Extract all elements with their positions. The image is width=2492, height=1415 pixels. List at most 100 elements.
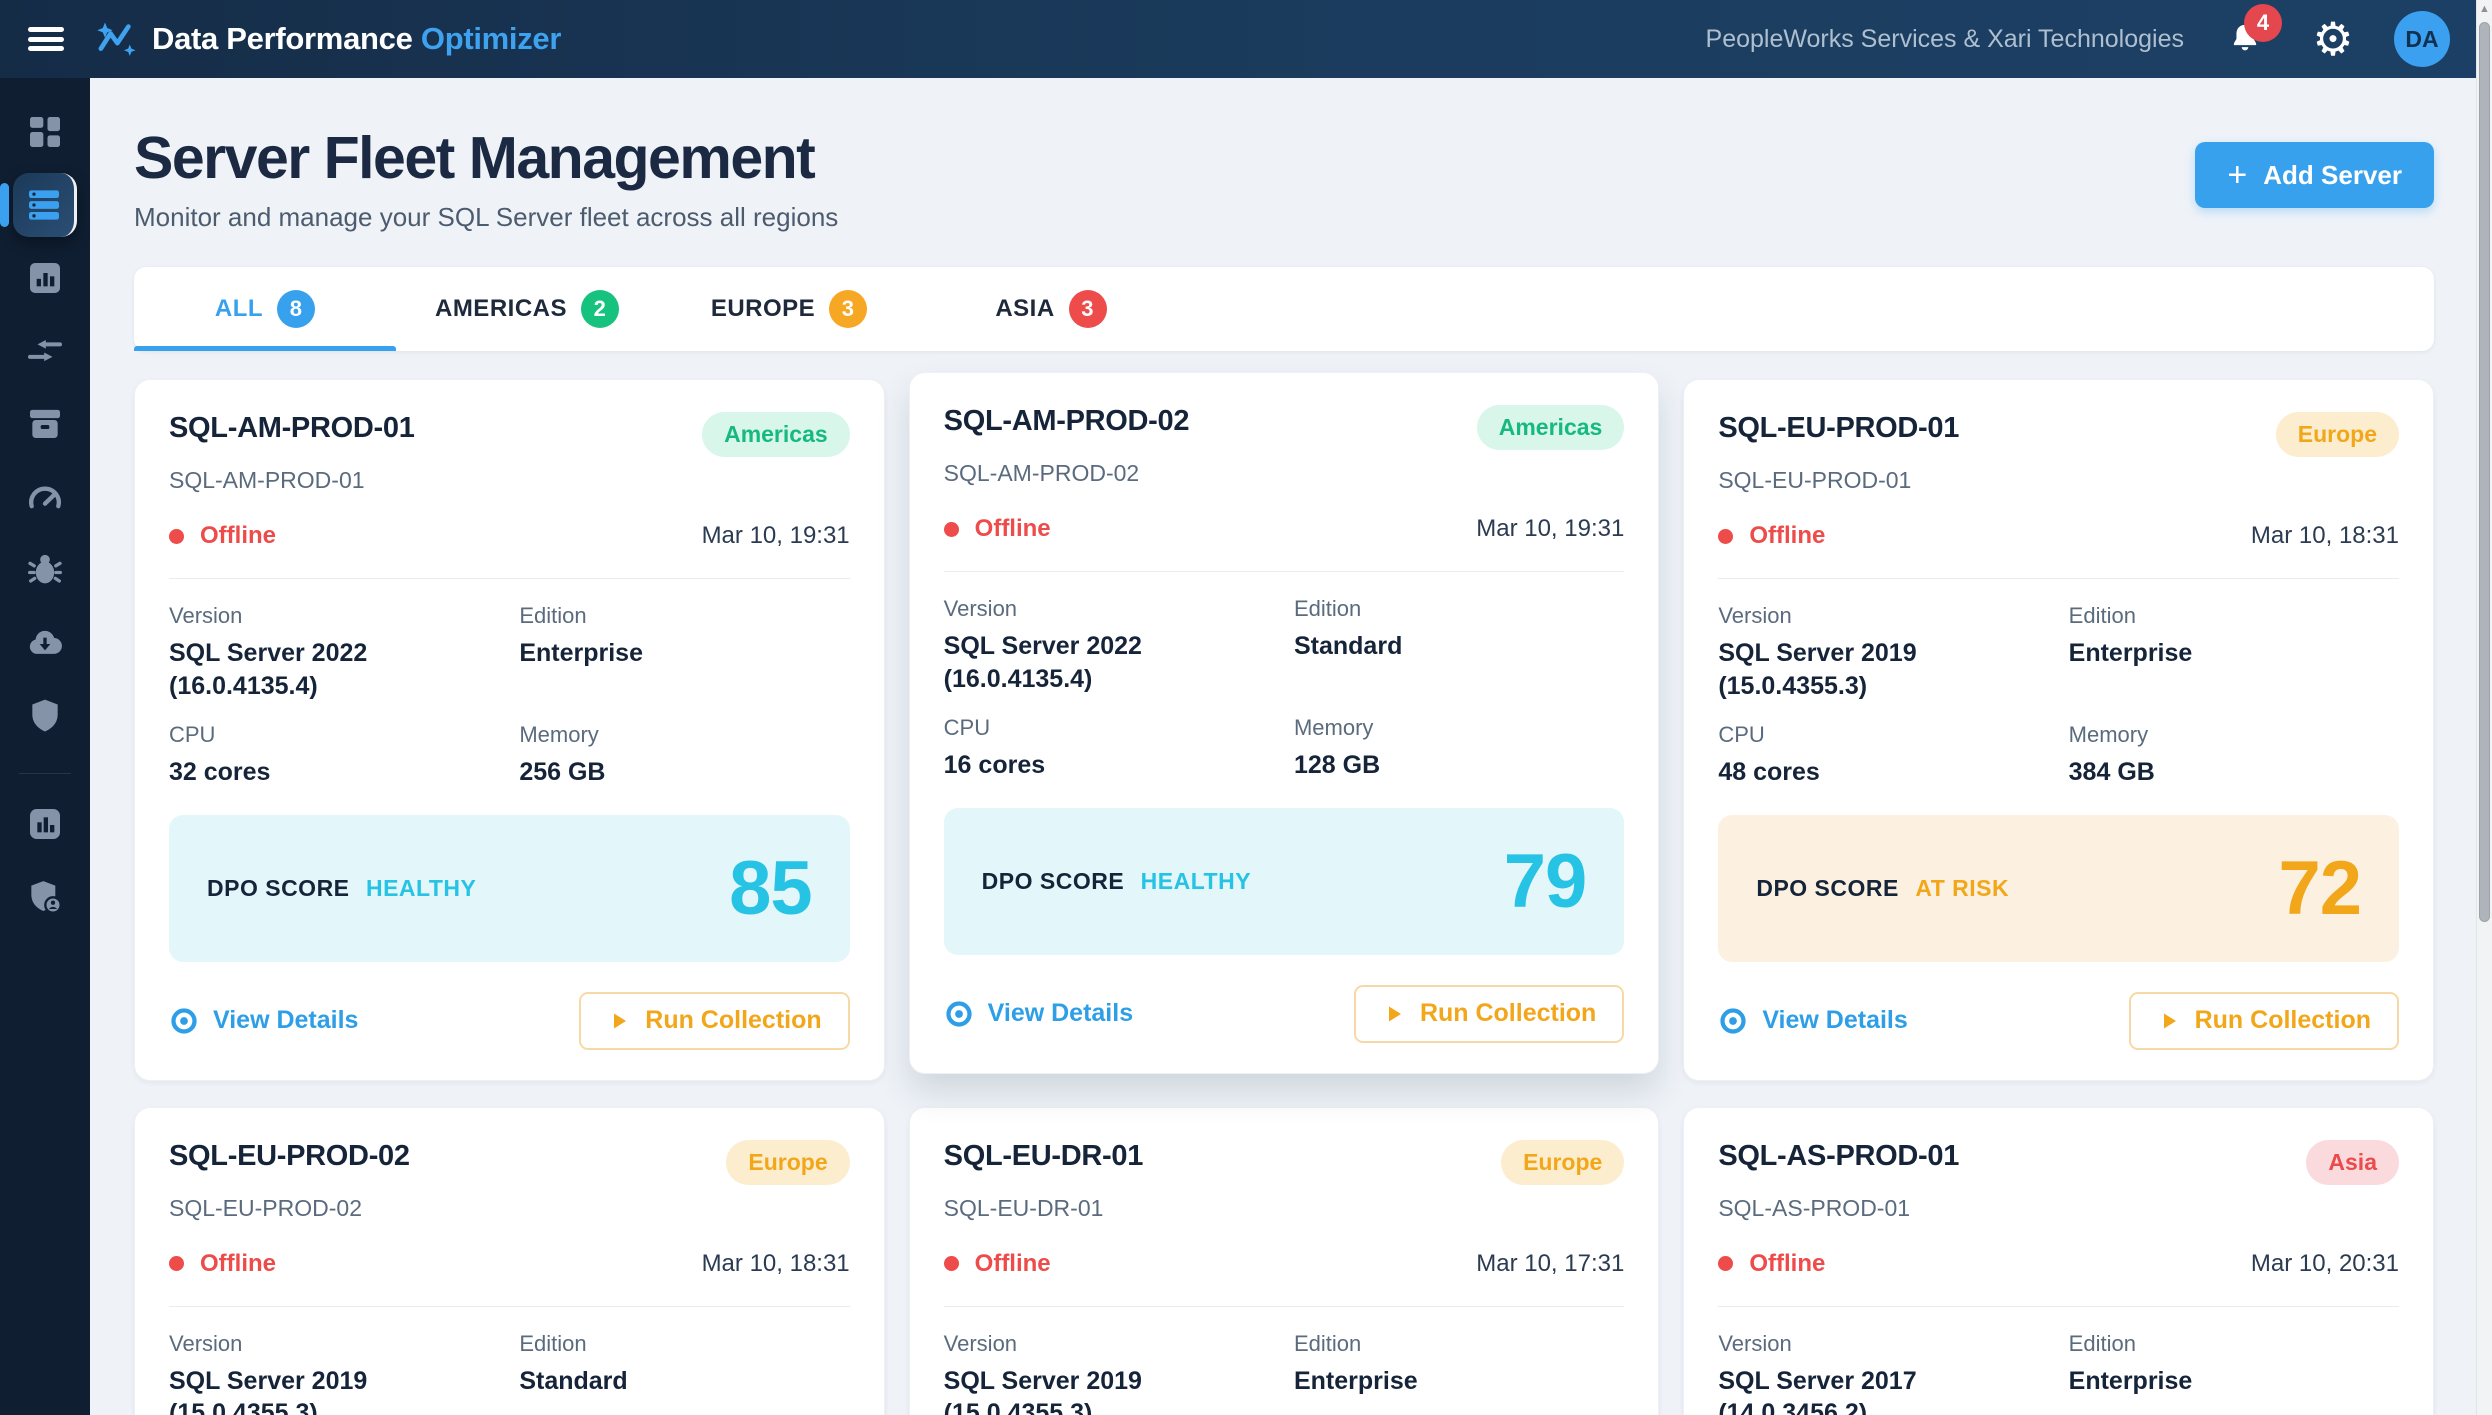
- sidebar-item-issues[interactable]: [13, 538, 77, 602]
- version-value: SQL Server 2022 (16.0.4135.4): [169, 637, 499, 702]
- last-seen-timestamp: Mar 10, 19:31: [1476, 515, 1624, 543]
- edition-value: Enterprise: [519, 637, 849, 670]
- notifications-button[interactable]: 4: [2218, 12, 2272, 66]
- version-value: SQL Server 2017 (14.0.3456.2): [1718, 1365, 2048, 1415]
- version-label: Version: [1718, 603, 2048, 629]
- view-details-link[interactable]: View Details: [169, 1006, 358, 1036]
- dpo-score-value: 72: [2278, 845, 2361, 932]
- tab-label: EUROPE: [711, 295, 815, 323]
- edition-value: Enterprise: [1294, 1365, 1624, 1398]
- last-seen-timestamp: Mar 10, 18:31: [702, 1250, 850, 1278]
- server-card: SQL-EU-PROD-02 Europe SQL-EU-PROD-02 Off…: [134, 1107, 885, 1415]
- offline-status-label: Offline: [1749, 1250, 1825, 1278]
- shield-user-icon: [25, 877, 65, 917]
- dpo-score-panel: DPO SCORE HEALTHY 79: [944, 808, 1625, 955]
- dpo-score-value: 85: [729, 845, 812, 932]
- sidebar-item-archive[interactable]: [13, 392, 77, 456]
- server-name: SQL-EU-DR-01: [944, 1140, 1143, 1173]
- plus-icon: +: [2227, 158, 2247, 192]
- last-seen-timestamp: Mar 10, 17:31: [1476, 1250, 1624, 1278]
- play-icon: [607, 1009, 631, 1033]
- server-name: SQL-AM-PROD-01: [169, 412, 415, 445]
- notification-count-badge: 4: [2244, 4, 2282, 42]
- dpo-score-panel: DPO SCORE HEALTHY 85: [169, 815, 850, 962]
- dpo-score-value: 79: [1504, 838, 1587, 925]
- offline-status-dot: [944, 522, 959, 537]
- edition-label: Edition: [519, 1331, 849, 1357]
- sidebar-item-performance[interactable]: [13, 465, 77, 529]
- server-name: SQL-EU-PROD-01: [1718, 412, 1959, 445]
- server-hostname: SQL-AS-PROD-01: [1718, 1195, 2399, 1222]
- tab-americas[interactable]: AMERICAS 2: [396, 267, 658, 351]
- sidebar-item-cloud-export[interactable]: [13, 611, 77, 675]
- dpo-score-label: DPO SCORE: [982, 868, 1125, 894]
- server-hostname: SQL-EU-PROD-02: [169, 1195, 850, 1222]
- tab-europe[interactable]: EUROPE 3: [658, 267, 920, 351]
- settings-button[interactable]: ⚙: [2306, 12, 2360, 66]
- server-hostname: SQL-EU-PROD-01: [1718, 467, 2399, 494]
- tab-asia[interactable]: ASIA 3: [920, 267, 1182, 351]
- offline-status-dot: [169, 1256, 184, 1271]
- edition-label: Edition: [1294, 1331, 1624, 1357]
- edition-label: Edition: [2069, 1331, 2399, 1357]
- sidebar-item-compare[interactable]: [13, 319, 77, 383]
- region-badge: Europe: [2276, 412, 2399, 457]
- hamburger-menu-icon[interactable]: [26, 22, 66, 56]
- region-badge: Americas: [1477, 405, 1625, 450]
- version-label: Version: [169, 603, 499, 629]
- dpo-score-panel: DPO SCORE AT RISK 72: [1718, 815, 2399, 962]
- last-seen-timestamp: Mar 10, 19:31: [702, 522, 850, 550]
- server-name: SQL-EU-PROD-02: [169, 1140, 410, 1173]
- server-hostname: SQL-AM-PROD-01: [169, 467, 850, 494]
- sidebar-item-analytics[interactable]: [13, 246, 77, 310]
- sidebar-item-servers[interactable]: [13, 173, 77, 237]
- version-value: SQL Server 2019 (15.0.4355.3): [1718, 637, 2048, 702]
- sidebar-item-access-control[interactable]: [13, 865, 77, 929]
- run-collection-button[interactable]: Run Collection: [2129, 992, 2399, 1050]
- run-collection-button[interactable]: Run Collection: [1354, 985, 1624, 1043]
- report-chart-icon: [25, 804, 65, 844]
- version-label: Version: [944, 1331, 1274, 1357]
- eye-icon: [1718, 1006, 1748, 1036]
- cpu-label: CPU: [169, 722, 499, 748]
- tab-label: ASIA: [995, 295, 1054, 323]
- view-details-link[interactable]: View Details: [944, 999, 1133, 1029]
- page-subtitle: Monitor and manage your SQL Server fleet…: [134, 202, 838, 233]
- dpo-score-label: DPO SCORE: [1756, 875, 1899, 901]
- tab-all[interactable]: ALL 8: [134, 267, 396, 351]
- memory-value: 384 GB: [2069, 756, 2399, 789]
- version-value: SQL Server 2022 (16.0.4135.4): [944, 630, 1274, 695]
- server-card: SQL-EU-DR-01 Europe SQL-EU-DR-01 Offline…: [909, 1107, 1660, 1415]
- add-server-button[interactable]: + Add Server: [2195, 142, 2434, 208]
- tab-label: ALL: [215, 295, 263, 323]
- sidebar-item-dashboard[interactable]: [13, 100, 77, 164]
- logo-sparkline-icon: [94, 17, 138, 61]
- page-scrollbar[interactable]: ▲: [2476, 0, 2492, 1415]
- offline-status-dot: [1718, 529, 1733, 544]
- server-card: SQL-AM-PROD-02 Americas SQL-AM-PROD-02 O…: [909, 372, 1660, 1074]
- memory-label: Memory: [1294, 715, 1624, 741]
- sidebar-item-reports[interactable]: [13, 792, 77, 856]
- offline-status-label: Offline: [975, 1250, 1051, 1278]
- bug-icon: [25, 550, 65, 590]
- edition-label: Edition: [519, 603, 849, 629]
- region-badge: Europe: [726, 1140, 849, 1185]
- cpu-value: 32 cores: [169, 756, 499, 789]
- scrollbar-thumb[interactable]: [2479, 22, 2490, 922]
- scrollbar-up-arrow[interactable]: ▲: [2477, 0, 2492, 18]
- run-collection-button[interactable]: Run Collection: [579, 992, 849, 1050]
- user-avatar[interactable]: DA: [2394, 11, 2450, 67]
- tab-count-badge: 3: [829, 290, 867, 328]
- memory-label: Memory: [519, 722, 849, 748]
- server-card-grid: SQL-AM-PROD-01 Americas SQL-AM-PROD-01 O…: [134, 379, 2434, 1415]
- eye-icon: [944, 999, 974, 1029]
- card-divider: [944, 1306, 1625, 1307]
- memory-value: 128 GB: [1294, 749, 1624, 782]
- view-details-link[interactable]: View Details: [1718, 1006, 1907, 1036]
- tab-label: AMERICAS: [435, 295, 567, 323]
- dpo-score-status: AT RISK: [1915, 875, 2009, 901]
- memory-label: Memory: [2069, 722, 2399, 748]
- main-content: Server Fleet Management Monitor and mana…: [90, 78, 2476, 1415]
- app-logo: Data Performance Optimizer: [94, 17, 561, 61]
- sidebar-item-security[interactable]: [13, 684, 77, 748]
